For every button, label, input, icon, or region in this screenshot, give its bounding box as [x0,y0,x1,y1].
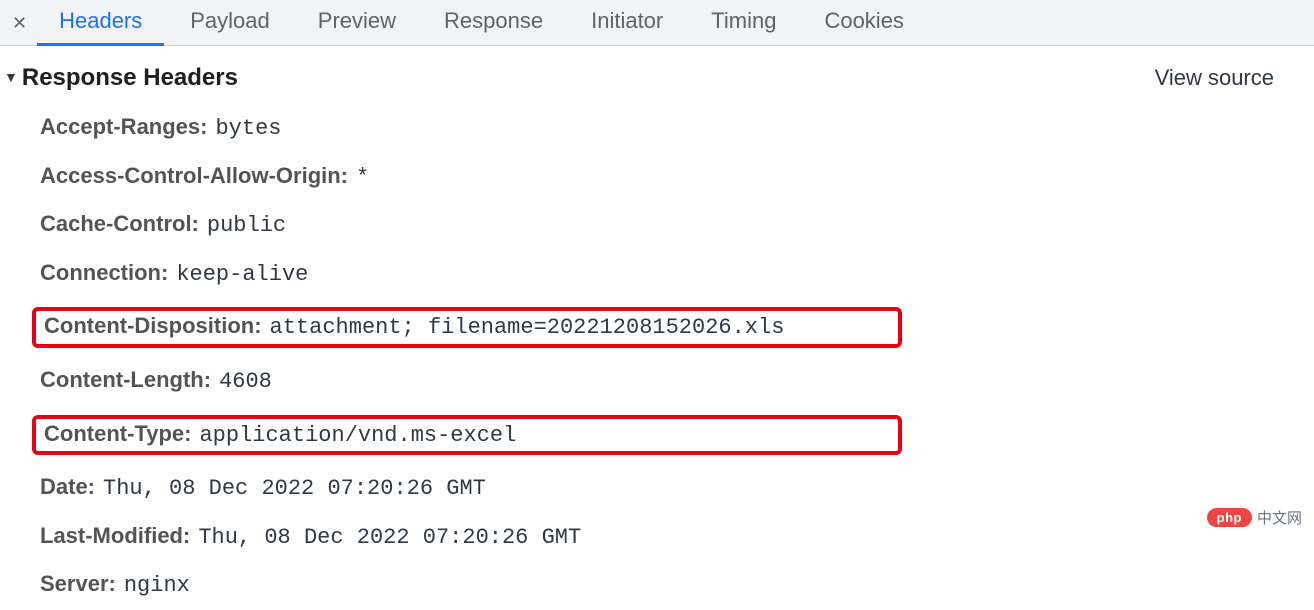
headers-list: Accept-Ranges: bytes Access-Control-Allo… [0,94,1314,610]
header-value: keep-alive [176,261,308,290]
header-key: Server: [40,570,116,599]
header-row-content-length: Content-Length: 4608 [40,357,1314,406]
header-value: attachment; filename=20221208152026.xls [270,314,785,343]
badge-text: 中文网 [1257,507,1302,528]
content-panel: ▼ Response Headers View source Accept-Ra… [0,46,1314,610]
tab-response[interactable]: Response [422,0,565,46]
tab-preview[interactable]: Preview [296,0,418,46]
header-row-accept-ranges: Accept-Ranges: bytes [40,104,1314,153]
header-row-cache-control: Cache-Control: public [40,201,1314,250]
header-row-server: Server: nginx [40,561,1314,610]
tab-headers[interactable]: Headers [37,0,164,46]
header-key: Content-Length: [40,366,211,395]
close-icon[interactable]: ✕ [6,14,37,32]
header-key: Cache-Control: [40,210,199,239]
header-value: 4608 [219,368,272,397]
tab-payload[interactable]: Payload [168,0,292,46]
header-row-content-type: Content-Type: application/vnd.ms-excel [40,406,1314,465]
header-value: * [356,164,369,193]
section-toggle[interactable]: ▼ Response Headers [4,64,238,92]
header-key: Connection: [40,259,168,288]
header-value: bytes [215,115,281,144]
header-value: nginx [124,572,190,601]
header-key: Last-Modified: [40,522,190,551]
header-value: application/vnd.ms-excel [199,422,516,451]
header-row-last-modified: Last-Modified: Thu, 08 Dec 2022 07:20:26… [40,513,1314,562]
header-value: public [207,212,286,241]
header-key: Content-Disposition: [44,312,262,341]
header-row-connection: Connection: keep-alive [40,250,1314,299]
header-row-content-disposition: Content-Disposition: attachment; filenam… [40,298,1314,357]
badge-pill: php [1206,507,1253,528]
highlight-box: Content-Disposition: attachment; filenam… [32,307,902,348]
header-row-date: Date: Thu, 08 Dec 2022 07:20:26 GMT [40,464,1314,513]
tabs-bar: ✕ Headers Payload Preview Response Initi… [0,0,1314,46]
highlight-box: Content-Type: application/vnd.ms-excel [32,415,902,456]
section-title: Response Headers [22,64,238,92]
header-row-acao: Access-Control-Allow-Origin: * [40,153,1314,202]
header-value: Thu, 08 Dec 2022 07:20:26 GMT [198,524,581,553]
header-value: Thu, 08 Dec 2022 07:20:26 GMT [103,475,486,504]
header-key: Accept-Ranges: [40,113,207,142]
tab-timing[interactable]: Timing [689,0,798,46]
section-header: ▼ Response Headers View source [0,58,1314,94]
header-key: Date: [40,473,95,502]
view-source-link[interactable]: View source [1155,65,1274,91]
disclosure-down-icon: ▼ [4,69,18,85]
header-key: Access-Control-Allow-Origin: [40,162,348,191]
header-key: Content-Type: [44,420,191,449]
tab-initiator[interactable]: Initiator [569,0,685,46]
tab-cookies[interactable]: Cookies [802,0,925,46]
watermark-badge: php 中文网 [1206,507,1302,528]
